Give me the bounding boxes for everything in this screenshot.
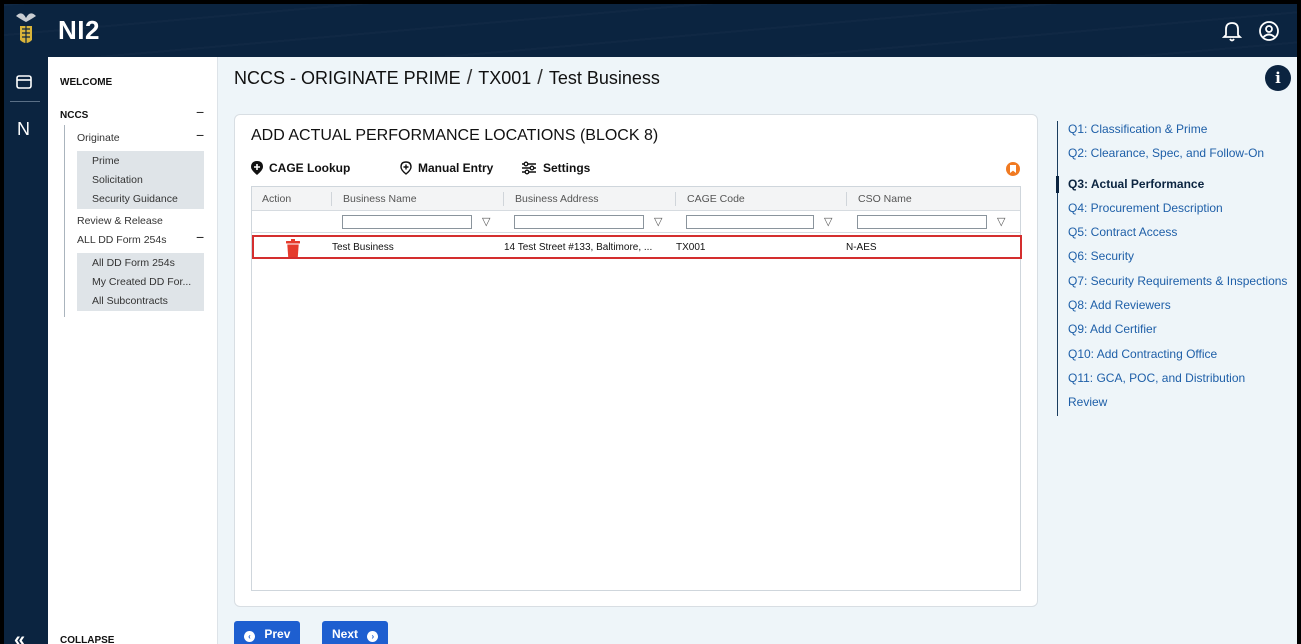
cell-cso-name: N-AES [846,242,877,253]
step-q4[interactable]: Q4: Procurement Description [1068,201,1223,215]
cage-code-filter-input[interactable] [686,215,814,229]
locations-grid: Action Business Name Business Address CA… [251,186,1022,591]
step-q11[interactable]: Q11: GCA, POC, and Distribution [1068,371,1245,385]
filter-funnel-icon[interactable]: ▽ [654,215,662,228]
step-q1[interactable]: Q1: Classification & Prime [1068,122,1207,136]
filter-funnel-icon[interactable]: ▽ [997,215,1005,228]
nav-solicitation[interactable]: Solicitation [92,174,143,186]
prev-button[interactable]: ‹ Prev [234,621,301,644]
column-header-cage-code[interactable]: CAGE Code [687,193,745,205]
cage-lookup-button[interactable]: CAGE Lookup [251,161,350,175]
nav-review-release[interactable]: Review & Release [77,215,163,227]
step-review[interactable]: Review [1068,395,1107,409]
cso-name-filter-input[interactable] [857,215,987,229]
filter-funnel-icon[interactable]: ▽ [482,215,490,228]
step-q9[interactable]: Q9: Add Certifier [1068,322,1157,336]
filter-funnel-icon[interactable]: ▽ [824,215,832,228]
breadcrumb: NCCS - ORIGINATE PRIME / TX001/Test Busine… [234,67,660,90]
business-address-filter-input[interactable] [514,215,644,229]
column-divider[interactable] [675,192,676,206]
nav-nccs[interactable]: NCCS [60,110,88,121]
nav-security-guidance[interactable]: Security Guidance [92,193,178,205]
app-brand[interactable]: NI2 [58,15,100,46]
cell-business-address: 14 Test Street #133, Baltimore, ... [504,242,653,253]
column-header-action[interactable]: Action [262,193,291,205]
breadcrumb-cage[interactable]: TX001 [478,68,531,88]
active-step-indicator [1056,176,1059,193]
cell-business-name: Test Business [332,242,394,253]
nav-all-subcontracts[interactable]: All Subcontracts [92,295,168,307]
prev-circle-icon: ‹ [244,631,255,642]
breadcrumb-separator: / [466,67,473,89]
nav-all-dd-forms[interactable]: ALL DD Form 254s [77,234,166,246]
business-name-filter-input[interactable] [342,215,472,229]
nav-originate[interactable]: Originate [77,132,120,144]
step-q3[interactable]: Q3: Actual Performance [1068,177,1204,191]
breadcrumb-business: Test Business [548,68,660,88]
agency-logo-icon [16,13,36,43]
app-frame: NI2 N « WELCOME NCCS − Originate − Prime… [4,4,1297,644]
performance-locations-card: ADD ACTUAL PERFORMANCE LOCATIONS (BLOCK … [234,114,1038,607]
step-q6[interactable]: Q6: Security [1068,249,1134,263]
settings-label: Settings [543,161,591,175]
column-divider[interactable] [503,192,504,206]
step-q5[interactable]: Q5: Contract Access [1068,225,1177,239]
settings-button[interactable]: Settings [521,161,590,175]
notifications-bell-icon[interactable] [1222,20,1242,42]
rail-nccs-letter[interactable]: N [17,119,30,140]
bookmark-icon[interactable] [1006,162,1020,176]
icon-rail: N « [4,57,48,644]
originate-collapse-toggle[interactable]: − [196,127,204,143]
next-circle-icon: › [367,631,379,642]
prev-label: Prev [264,627,291,641]
cell-cage-code: TX001 [676,242,706,253]
nav-welcome[interactable]: WELCOME [60,77,112,88]
manual-entry-button[interactable]: Manual Entry [400,161,493,175]
rail-divider [10,101,40,102]
side-navigation: WELCOME NCCS − Originate − Prime Solicit… [48,57,218,644]
collapse-chevron-icon[interactable]: « [14,629,25,644]
step-q8[interactable]: Q8: Add Reviewers [1068,298,1171,312]
nav-all-dd-form-254s[interactable]: All DD Form 254s [92,257,175,269]
filter-row: ▽ ▽ ▽ ▽ [252,211,1020,233]
next-button[interactable]: Next › [322,621,389,644]
settings-sliders-icon [522,161,536,175]
manual-entry-label: Manual Entry [418,161,494,175]
step-q7[interactable]: Q7: Security Requirements & Inspections [1068,274,1287,288]
map-pin-plus-icon [251,161,263,175]
user-account-icon[interactable] [1258,20,1280,42]
column-divider[interactable] [331,192,332,206]
map-pin-outline-plus-icon [400,161,412,175]
delete-trash-icon[interactable] [286,239,300,257]
steps-rail-line [1057,121,1058,416]
all-dd-collapse-toggle[interactable]: − [196,229,204,245]
nav-prime[interactable]: Prime [92,155,119,167]
breadcrumb-section[interactable]: NCCS - ORIGINATE PRIME [234,68,461,88]
next-label: Next [332,627,359,641]
column-header-business-address[interactable]: Business Address [515,193,598,205]
column-header-business-name[interactable]: Business Name [343,193,417,205]
grid-header: Action Business Name Business Address CA… [252,187,1020,211]
info-icon[interactable]: i [1265,65,1291,91]
steps-navigation: Q1: Classification & Prime Q2: Clearance… [1056,121,1297,421]
breadcrumb-separator: / [537,67,543,89]
nav-my-created-dd-forms[interactable]: My Created DD For... [92,276,191,288]
nccs-collapse-toggle[interactable]: − [196,104,204,120]
card-title: ADD ACTUAL PERFORMANCE LOCATIONS (BLOCK … [251,127,659,144]
column-header-cso-name[interactable]: CSO Name [858,193,912,205]
nav-collapse[interactable]: COLLAPSE [60,635,114,644]
nav-tree-line [64,125,65,317]
step-q2[interactable]: Q2: Clearance, Spec, and Follow-On [1068,146,1264,160]
step-q10[interactable]: Q10: Add Contracting Office [1068,347,1217,361]
cage-lookup-label: CAGE Lookup [269,161,351,175]
top-bar: NI2 [4,4,1297,57]
column-divider[interactable] [846,192,847,206]
form-icon[interactable] [16,75,32,89]
table-row[interactable]: Test Business 14 Test Street #133, Balti… [252,235,1022,259]
